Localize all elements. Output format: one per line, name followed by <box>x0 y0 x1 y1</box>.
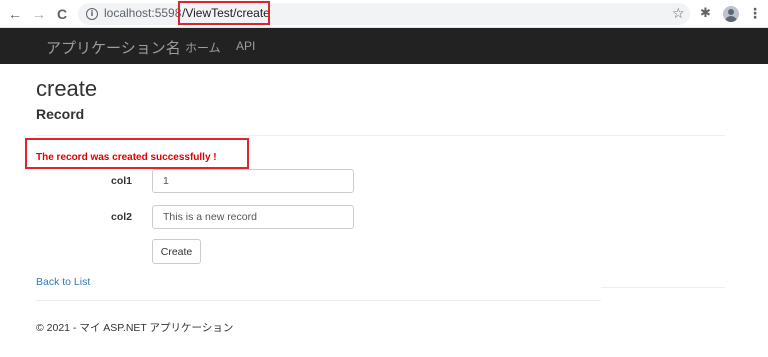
create-button[interactable]: Create <box>152 239 201 264</box>
nav-link-api[interactable]: API <box>236 39 255 53</box>
browser-toolbar: ← → C i localhost:5598 /ViewTest/create … <box>0 0 768 28</box>
nav-link-home[interactable]: ホーム <box>185 39 221 56</box>
page-subtitle: Record <box>36 106 85 122</box>
footer-divider <box>36 300 601 301</box>
footer-copyright: © 2021 - マイ ASP.NET アプリケーション <box>36 322 234 334</box>
profile-avatar-icon[interactable] <box>723 6 739 22</box>
col1-input[interactable]: 1 <box>152 169 354 193</box>
app-navbar: アプリケーション名 ホーム API <box>0 28 768 64</box>
url-path-highlight-box <box>178 1 270 25</box>
extensions-puzzle-icon[interactable]: ✱ <box>700 5 711 21</box>
bookmark-star-icon[interactable]: ☆ <box>672 5 685 22</box>
url-host[interactable]: localhost:5598 <box>104 6 181 20</box>
forward-arrow-icon[interactable]: → <box>30 5 48 23</box>
back-arrow-icon[interactable]: ← <box>6 5 24 23</box>
col2-label: col2 <box>111 211 133 223</box>
col1-label: col1 <box>111 175 133 187</box>
divider <box>36 135 725 136</box>
reload-icon[interactable]: C <box>53 5 71 23</box>
navbar-brand[interactable]: アプリケーション名 <box>46 37 181 58</box>
success-message: The record was created successfully ! <box>36 152 217 163</box>
kebab-menu-icon[interactable]: ⋮ <box>748 5 762 22</box>
col2-input[interactable]: This is a new record <box>152 205 354 229</box>
info-icon[interactable]: i <box>86 8 98 20</box>
page-title: create <box>36 76 98 101</box>
back-to-list-link[interactable]: Back to List <box>36 276 90 288</box>
divider <box>601 287 725 288</box>
